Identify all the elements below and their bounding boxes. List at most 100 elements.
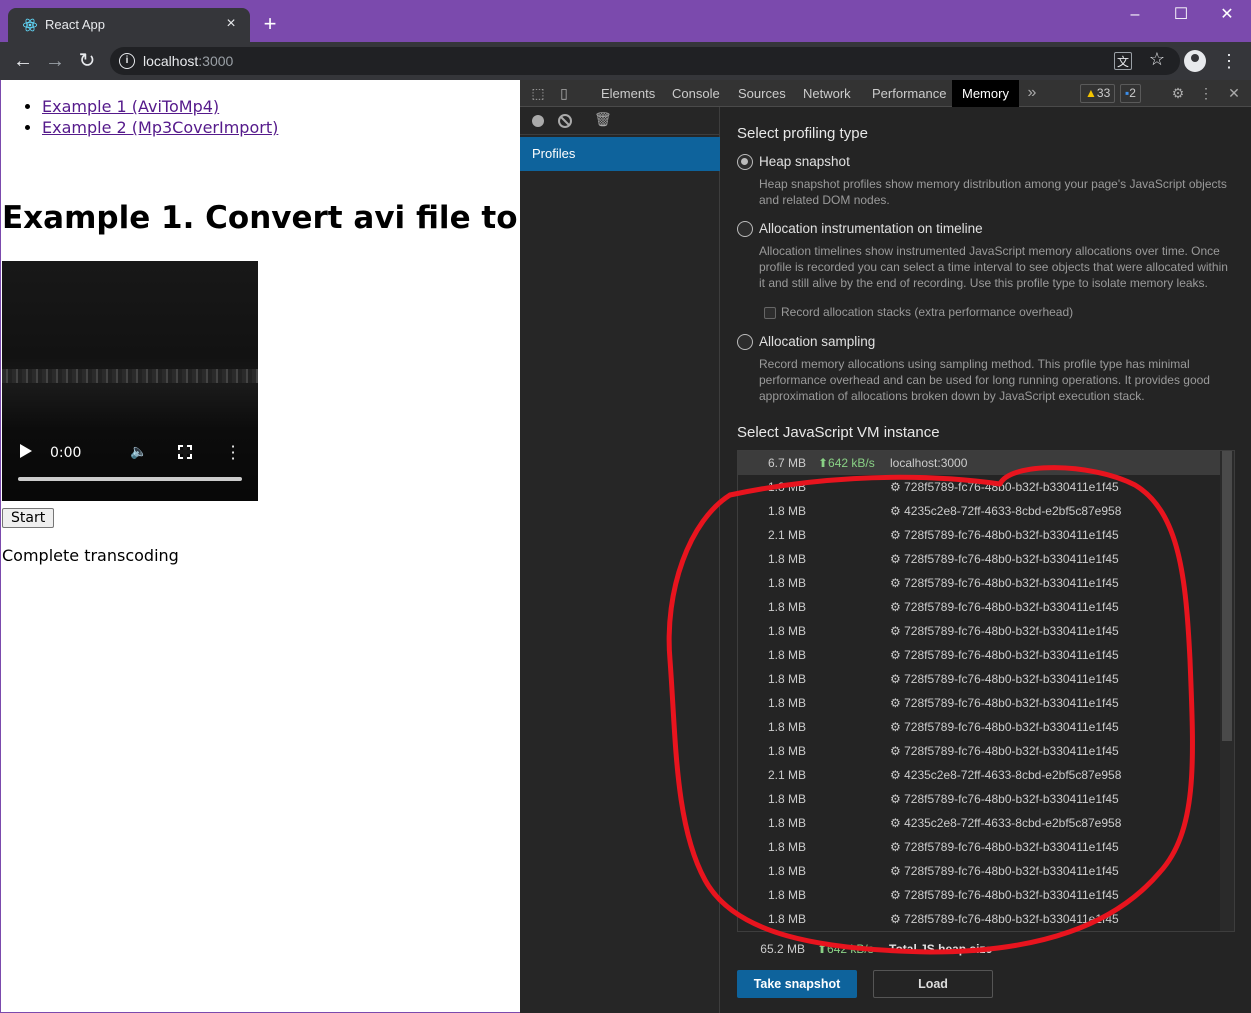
forward-arrow-icon[interactable]: → [40, 46, 70, 76]
example-links: Example 1 (AviToMp4) Example 2 (Mp3Cover… [15, 96, 278, 138]
browser-toolbar: ← → ↻ i localhost:3000 文 ☆ ⋮ [0, 42, 1251, 80]
vm-size: 1.8 MB [767, 816, 806, 830]
video-player[interactable]: 0:00 🔈 · · · [2, 261, 258, 501]
translate-icon[interactable]: 文 [1114, 52, 1132, 70]
vm-row[interactable]: 1.8 MB ⚙ 728f5789-fc76-48b0-b32f-b330411e… [738, 547, 1220, 571]
vm-row[interactable]: 1.8 MB ⚙ 728f5789-fc76-48b0-b32f-b330411e… [738, 883, 1220, 907]
vm-row[interactable]: 1.8 MB ⚙ 728f5789-fc76-48b0-b32f-b330411e… [738, 835, 1220, 859]
browser-menu-icon[interactable]: ⋮ [1220, 46, 1238, 76]
vm-row[interactable]: 1.8 MB ⚙ 728f5789-fc76-48b0-b32f-b330411e… [738, 571, 1220, 595]
back-arrow-icon[interactable]: ← [8, 46, 38, 76]
warning-icon: ▲ [1085, 86, 1097, 100]
devtools-tabbar: ⬚ ▯ Elements Console Sources Network Per… [520, 80, 1251, 107]
vm-list-scrollbar[interactable] [1220, 451, 1234, 931]
vm-row[interactable]: 1.8 MB ⚙ 4235c2e8-72ff-4633-8cbd-e2bf5c87… [738, 811, 1220, 835]
vm-size: 1.8 MB [767, 576, 806, 590]
messages-badge[interactable]: ▪2 [1120, 84, 1141, 103]
sidebar-item-profiles[interactable]: Profiles [520, 137, 720, 171]
vm-row[interactable]: 1.8 MB ⚙ 728f5789-fc76-48b0-b32f-b330411e… [738, 595, 1220, 619]
vm-name: ⚙ 728f5789-fc76-48b0-b32f-b330411e1f45 [890, 624, 1119, 638]
play-icon[interactable] [20, 444, 32, 458]
inspect-element-icon[interactable]: ⬚ [530, 85, 546, 101]
maximize-button[interactable]: ☐ [1158, 0, 1204, 32]
vm-size: 1.8 MB [767, 552, 806, 566]
mute-icon[interactable]: 🔈 [130, 444, 147, 460]
take-snapshot-button[interactable]: Take snapshot [737, 970, 857, 998]
example-2-link[interactable]: Example 2 (Mp3CoverImport) [42, 118, 278, 137]
new-tab-button[interactable]: + [258, 12, 282, 36]
option-description: Heap snapshot profiles show memory distr… [759, 177, 1227, 207]
clear-icon[interactable] [558, 114, 572, 128]
devtools-menu-icon[interactable]: ⋮ [1198, 85, 1214, 101]
vm-row[interactable]: 2.1 MB ⚙ 4235c2e8-72ff-4633-8cbd-e2bf5c87… [738, 763, 1220, 787]
vm-row[interactable]: 1.8 MB ⚙ 728f5789-fc76-48b0-b32f-b330411e… [738, 859, 1220, 883]
vm-row[interactable]: 1.8 MB ⚙ 728f5789-fc76-48b0-b32f-b330411e… [738, 739, 1220, 763]
radio-heap-snapshot[interactable] [737, 154, 753, 170]
vm-row[interactable]: 1.8 MB ⚙ 728f5789-fc76-48b0-b32f-b330411e… [738, 715, 1220, 739]
vm-row[interactable]: 1.8 MB ⚙ 728f5789-fc76-48b0-b32f-b330411e… [738, 691, 1220, 715]
vm-name: ⚙ 728f5789-fc76-48b0-b32f-b330411e1f45 [890, 480, 1119, 494]
trash-icon[interactable]: 🗑 [594, 111, 612, 128]
record-stacks-label: Record allocation stacks (extra performa… [781, 305, 1074, 319]
close-devtools-icon[interactable]: ✕ [1226, 85, 1242, 101]
devtools-panel: ⬚ ▯ Elements Console Sources Network Per… [520, 80, 1251, 1013]
vm-name: ⚙ 728f5789-fc76-48b0-b32f-b330411e1f45 [890, 576, 1119, 590]
vm-size: 1.8 MB [767, 792, 806, 806]
vm-row[interactable]: 1.8 MB ⚙ 728f5789-fc76-48b0-b32f-b330411e… [738, 787, 1220, 811]
option-label: Allocation instrumentation on timeline [759, 221, 983, 236]
option-label: Heap snapshot [759, 154, 850, 169]
tab-memory[interactable]: Memory [952, 80, 1019, 107]
minimize-button[interactable]: – [1112, 0, 1158, 32]
warnings-badge[interactable]: ▲33 [1080, 84, 1116, 103]
start-button[interactable]: Start [2, 508, 55, 528]
vm-row[interactable]: 6.7 MB ⬆642 kB/s localhost:3000 [738, 451, 1220, 475]
record-icon[interactable] [532, 115, 544, 127]
vm-size: 1.8 MB [767, 840, 806, 854]
scrollbar-thumb[interactable] [1222, 451, 1232, 741]
list-item: Example 2 (Mp3CoverImport) [42, 117, 278, 138]
vm-row[interactable]: 1.8 MB ⚙ 728f5789-fc76-48b0-b32f-b330411e… [738, 619, 1220, 643]
vm-row[interactable]: 1.8 MB ⚙ 728f5789-fc76-48b0-b32f-b330411e… [738, 667, 1220, 691]
video-more-icon[interactable]: · · · [230, 439, 236, 467]
close-window-button[interactable]: ✕ [1204, 0, 1250, 32]
radio-allocation-sampling[interactable] [737, 334, 753, 350]
video-time: 0:00 [50, 445, 82, 461]
bookmark-star-icon[interactable]: ☆ [1149, 49, 1165, 70]
vm-row[interactable]: 1.8 MB ⚙ 728f5789-fc76-48b0-b32f-b330411e… [738, 643, 1220, 667]
address-bar[interactable]: i localhost:3000 文 ☆ [110, 47, 1180, 75]
browser-tab[interactable]: React App × [8, 8, 250, 42]
vm-name: ⚙ 728f5789-fc76-48b0-b32f-b330411e1f45 [890, 912, 1119, 926]
tab-performance[interactable]: Performance [862, 80, 956, 107]
more-tabs-icon[interactable]: » [1024, 85, 1040, 101]
tab-sources[interactable]: Sources [728, 80, 796, 107]
device-toolbar-icon[interactable]: ▯ [556, 85, 572, 101]
reload-icon[interactable]: ↻ [72, 46, 102, 76]
record-stacks-checkbox[interactable] [764, 307, 776, 319]
video-progress-bar[interactable] [18, 477, 242, 481]
vm-size: 2.1 MB [767, 528, 806, 542]
vm-row[interactable]: 1.8 MB ⚙ 728f5789-fc76-48b0-b32f-b330411e… [738, 475, 1220, 499]
vm-row[interactable]: 1.8 MB ⚙ 4235c2e8-72ff-4633-8cbd-e2bf5c87… [738, 499, 1220, 523]
site-info-icon[interactable]: i [119, 53, 135, 69]
vm-row[interactable]: 1.8 MB ⚙ 728f5789-fc76-48b0-b32f-b330411e… [738, 907, 1220, 931]
example-1-link[interactable]: Example 1 (AviToMp4) [42, 97, 219, 116]
vm-size: 1.8 MB [767, 624, 806, 638]
tab-network[interactable]: Network [793, 80, 861, 107]
vm-name: localhost:3000 [890, 456, 968, 470]
vm-instance-list[interactable]: 6.7 MB ⬆642 kB/s localhost:3000 1.8 MB ⚙ 728… [737, 450, 1235, 932]
fullscreen-icon[interactable] [178, 445, 192, 459]
vm-name: ⚙ 728f5789-fc76-48b0-b32f-b330411e1f45 [890, 600, 1119, 614]
vm-rate: ⬆642 kB/s [818, 456, 875, 470]
page-title: Example 1. Convert avi file to mp4 [2, 200, 605, 236]
settings-gear-icon[interactable]: ⚙ [1170, 85, 1186, 101]
total-rate: ⬆642 kB/s [817, 942, 874, 956]
load-button[interactable]: Load [873, 970, 993, 998]
vm-row[interactable]: 2.1 MB ⚙ 728f5789-fc76-48b0-b32f-b330411e… [738, 523, 1220, 547]
close-tab-icon[interactable]: × [220, 13, 242, 35]
radio-allocation-timeline[interactable] [737, 221, 753, 237]
tab-elements[interactable]: Elements [591, 80, 665, 107]
tab-console[interactable]: Console [662, 80, 730, 107]
vm-name: ⚙ 4235c2e8-72ff-4633-8cbd-e2bf5c87e958 [890, 504, 1122, 518]
vm-size: 1.8 MB [767, 864, 806, 878]
profile-avatar-icon[interactable] [1184, 50, 1206, 72]
